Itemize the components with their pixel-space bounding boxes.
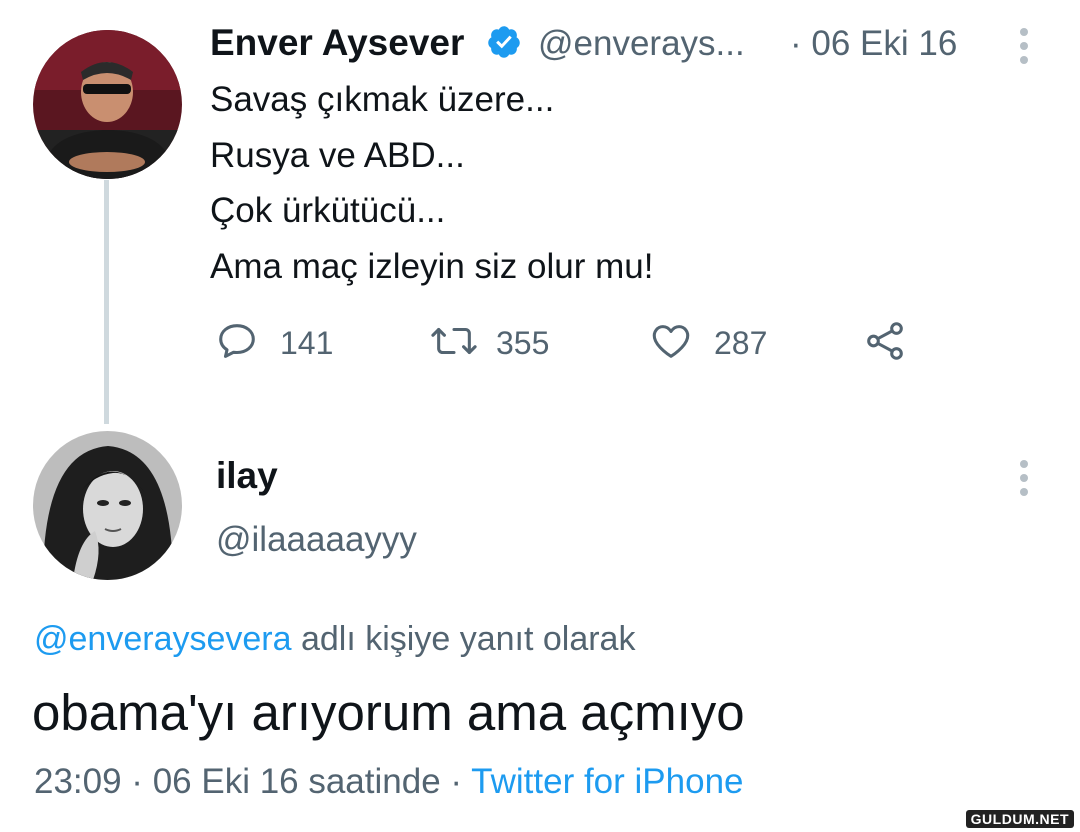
- more-vertical-icon[interactable]: [1020, 28, 1030, 70]
- share-icon: [862, 318, 908, 369]
- retweet-count: 355: [496, 324, 550, 361]
- tweet-text-line-4: Ama maç izleyin siz olur mu!: [210, 247, 654, 286]
- tweet-text-line-1: Savaş çıkmak üzere...: [210, 80, 555, 119]
- avatar-ilay[interactable]: [33, 431, 182, 580]
- tweet-text-line-3: Çok ürkütücü...: [210, 191, 446, 230]
- tweet-date[interactable]: · 06 Eki 16: [790, 24, 957, 64]
- author-handle[interactable]: @enverays...: [538, 24, 745, 64]
- reply-tweet-text: obama'yı arıyorum ama açmıyo: [32, 684, 745, 741]
- like-count: 287: [714, 324, 768, 361]
- tweet-timestamp[interactable]: 23:09 · 06 Eki 16 saatinde ·: [34, 762, 471, 801]
- more-vertical-icon[interactable]: [1020, 460, 1030, 502]
- like-button[interactable]: 287: [648, 320, 767, 366]
- retweet-button[interactable]: 355: [428, 320, 549, 366]
- avatar-enver[interactable]: [33, 30, 182, 179]
- replying-to-suffix: adlı kişiye yanıt olarak: [291, 620, 636, 658]
- replying-to-line: @enveraysevera adlı kişiye yanıt olarak: [34, 620, 635, 659]
- tweet-text-line-2: Rusya ve ABD...: [210, 136, 465, 175]
- share-button[interactable]: [862, 320, 908, 366]
- source-app-link[interactable]: Twitter for iPhone: [471, 762, 743, 801]
- reply-author-name[interactable]: ilay: [216, 455, 278, 497]
- thread-connector-line: [104, 180, 109, 424]
- reply-button[interactable]: 141: [214, 320, 333, 366]
- watermark-logo: GULDUM.NET: [965, 810, 1074, 828]
- verified-badge-icon: [486, 24, 522, 60]
- heart-icon: [648, 318, 694, 369]
- reply-mention-link[interactable]: @enveraysevera: [34, 620, 292, 658]
- tweet-metadata: 23:09 · 06 Eki 16 saatinde · Twitter for…: [34, 762, 744, 802]
- retweet-icon: [428, 318, 480, 369]
- reply-bubble-icon: [214, 318, 260, 369]
- reply-count: 141: [280, 324, 334, 361]
- author-name[interactable]: Enver Aysever: [210, 22, 464, 64]
- reply-author-handle[interactable]: @ilaaaaayyy: [216, 520, 417, 560]
